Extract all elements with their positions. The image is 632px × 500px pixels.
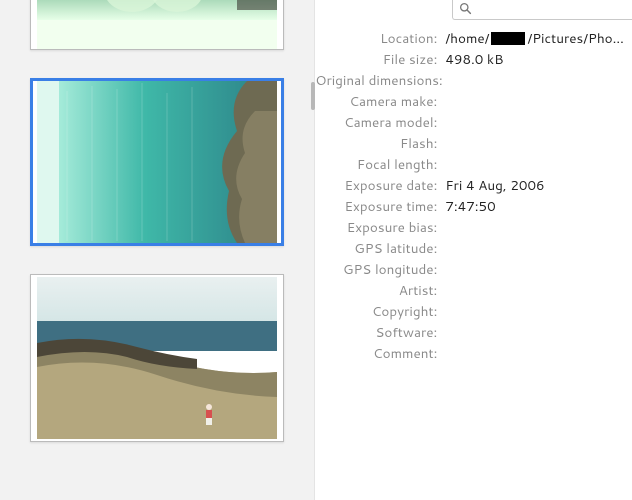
photo-thumbnail-icon	[37, 0, 277, 50]
thumbnail-item[interactable]	[30, 0, 284, 50]
thumbnail-strip[interactable]	[0, 0, 315, 500]
prop-value: Fri 4 Aug, 2006	[445, 175, 624, 196]
prop-label: Original dimensions:	[315, 70, 445, 91]
path-suffix: /Pictures/Pho…	[527, 28, 624, 49]
photo-thumbnail-icon	[37, 81, 277, 243]
prop-label: Camera make:	[315, 91, 445, 112]
details-panel: Location: /home/ /Pictures/Pho… File size…	[315, 0, 632, 500]
search-input[interactable]	[478, 1, 632, 16]
thumbnail-item[interactable]	[30, 274, 284, 442]
prop-value: 498.0 kB	[445, 49, 624, 70]
prop-label: Flash:	[315, 133, 445, 154]
prop-label: Exposure time:	[315, 196, 445, 217]
prop-label: Artist:	[315, 280, 445, 301]
prop-label: Location:	[315, 28, 445, 49]
prop-gps-longitude: GPS longitude:	[315, 259, 624, 280]
prop-value: 7:47:50	[445, 196, 624, 217]
prop-software: Software:	[315, 322, 624, 343]
prop-flash: Flash:	[315, 133, 624, 154]
thumbnail-item-selected[interactable]	[30, 78, 284, 246]
prop-label: Software:	[315, 322, 445, 343]
prop-location: Location: /home/ /Pictures/Pho…	[315, 28, 624, 49]
prop-gps-latitude: GPS latitude:	[315, 238, 624, 259]
prop-camera-make: Camera make:	[315, 91, 624, 112]
scrollbar-thumb[interactable]	[311, 82, 315, 110]
search-field[interactable]	[452, 0, 632, 20]
prop-label: GPS latitude:	[315, 238, 445, 259]
path-prefix: /home/	[445, 28, 489, 49]
prop-camera-model: Camera model:	[315, 112, 624, 133]
prop-comment: Comment:	[315, 343, 624, 364]
prop-value: /home/ /Pictures/Pho…	[445, 28, 624, 49]
prop-label: File size:	[315, 49, 445, 70]
search-icon	[459, 2, 472, 15]
prop-focal-length: Focal length:	[315, 154, 624, 175]
prop-label: Copyright:	[315, 301, 445, 322]
prop-copyright: Copyright:	[315, 301, 624, 322]
photo-thumbnail-icon	[37, 277, 277, 439]
prop-file-size: File size: 498.0 kB	[315, 49, 624, 70]
prop-label: Comment:	[315, 343, 445, 364]
prop-exposure-time: Exposure time: 7:47:50	[315, 196, 624, 217]
prop-label: Focal length:	[315, 154, 445, 175]
prop-label: Exposure date:	[315, 175, 445, 196]
prop-exposure-date: Exposure date: Fri 4 Aug, 2006	[315, 175, 624, 196]
prop-artist: Artist:	[315, 280, 624, 301]
prop-label: GPS longitude:	[315, 259, 445, 280]
prop-exposure-bias: Exposure bias:	[315, 217, 624, 238]
redacted-username	[491, 32, 525, 45]
prop-label: Exposure bias:	[315, 217, 445, 238]
app-root: Location: /home/ /Pictures/Pho… File size…	[0, 0, 632, 500]
properties-list: Location: /home/ /Pictures/Pho… File size…	[315, 28, 632, 364]
prop-label: Camera model:	[315, 112, 445, 133]
prop-original-dimensions: Original dimensions:	[315, 70, 624, 91]
